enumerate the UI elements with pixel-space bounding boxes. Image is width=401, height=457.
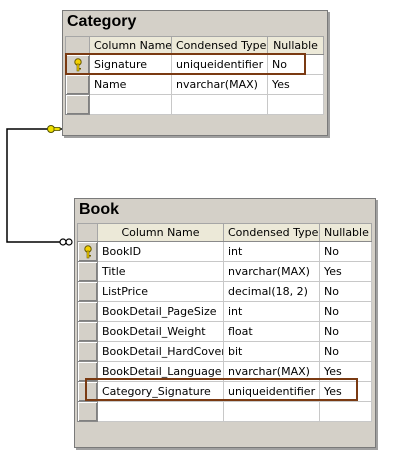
column-nullable-cell[interactable]: No xyxy=(319,241,372,262)
column-type-cell[interactable]: float xyxy=(223,321,320,342)
column-header[interactable]: Column Name xyxy=(97,223,224,242)
column-name-cell[interactable]: BookDetail_Weight xyxy=(97,321,224,342)
column-nullable-cell[interactable]: No xyxy=(319,281,372,302)
row-selector[interactable] xyxy=(65,74,90,95)
row-selector[interactable] xyxy=(77,341,98,362)
grid-header-row: Column Name Condensed Type Nullable xyxy=(65,36,324,55)
category-signature-highlight xyxy=(65,53,306,75)
column-type-cell[interactable]: nvarchar(MAX) xyxy=(171,74,268,95)
table-row[interactable]: BookID int No xyxy=(77,241,372,262)
table-row[interactable]: BookDetail_PageSize int No xyxy=(77,301,372,322)
category-table-title: Category xyxy=(63,11,327,33)
row-selector[interactable] xyxy=(77,301,98,322)
table-row-empty[interactable] xyxy=(65,94,324,115)
table-row-empty[interactable] xyxy=(77,401,372,422)
column-type-cell[interactable]: bit xyxy=(223,341,320,362)
row-selector[interactable] xyxy=(77,401,98,422)
row-selector[interactable] xyxy=(77,281,98,302)
column-nullable-cell[interactable]: No xyxy=(319,341,372,362)
column-name-cell[interactable]: Name xyxy=(89,74,172,95)
table-row[interactable]: BookDetail_Weight float No xyxy=(77,321,372,342)
column-header[interactable]: Condensed Type xyxy=(223,223,320,242)
row-selector[interactable] xyxy=(65,94,90,115)
column-header[interactable]: Column Name xyxy=(89,36,172,55)
category-columns-grid: Column Name Condensed Type Nullable Sign… xyxy=(65,36,324,115)
column-name-cell[interactable]: ListPrice xyxy=(97,281,224,302)
column-header[interactable]: Nullable xyxy=(319,223,372,242)
row-selector[interactable] xyxy=(77,321,98,342)
column-type-cell[interactable]: decimal(18, 2) xyxy=(223,281,320,302)
category-signature-fk-highlight xyxy=(85,378,358,401)
column-name-cell[interactable]: BookDetail_PageSize xyxy=(97,301,224,322)
column-type-cell[interactable]: int xyxy=(223,241,320,262)
relationship-key-end-icon xyxy=(47,125,61,133)
column-type-cell[interactable]: int xyxy=(223,301,320,322)
column-nullable-cell[interactable]: No xyxy=(319,321,372,342)
primary-key-icon xyxy=(83,244,92,258)
book-table-title: Book xyxy=(75,199,375,221)
row-selector-header xyxy=(77,223,98,242)
relationship-infinity-end-icon xyxy=(59,238,73,246)
column-header[interactable]: Condensed Type xyxy=(171,36,268,55)
column-nullable-cell[interactable]: No xyxy=(319,301,372,322)
column-type-cell[interactable]: nvarchar(MAX) xyxy=(223,261,320,282)
column-name-cell[interactable]: BookID xyxy=(97,241,224,262)
table-row[interactable]: Name nvarchar(MAX) Yes xyxy=(65,74,324,95)
relationship-line xyxy=(6,128,72,243)
column-nullable-cell[interactable]: Yes xyxy=(267,74,324,95)
column-nullable-cell[interactable]: Yes xyxy=(319,261,372,282)
table-row[interactable]: Title nvarchar(MAX) Yes xyxy=(77,261,372,282)
grid-header-row: Column Name Condensed Type Nullable xyxy=(77,223,372,242)
row-selector-header xyxy=(65,36,90,55)
column-header[interactable]: Nullable xyxy=(267,36,324,55)
book-table[interactable]: Book Column Name Condensed Type Nullable… xyxy=(74,198,376,448)
row-selector[interactable] xyxy=(77,241,98,262)
table-row[interactable]: BookDetail_HardCover bit No xyxy=(77,341,372,362)
row-selector[interactable] xyxy=(77,261,98,282)
column-name-cell[interactable]: BookDetail_HardCover xyxy=(97,341,224,362)
table-row[interactable]: ListPrice decimal(18, 2) No xyxy=(77,281,372,302)
column-name-cell[interactable]: Title xyxy=(97,261,224,282)
